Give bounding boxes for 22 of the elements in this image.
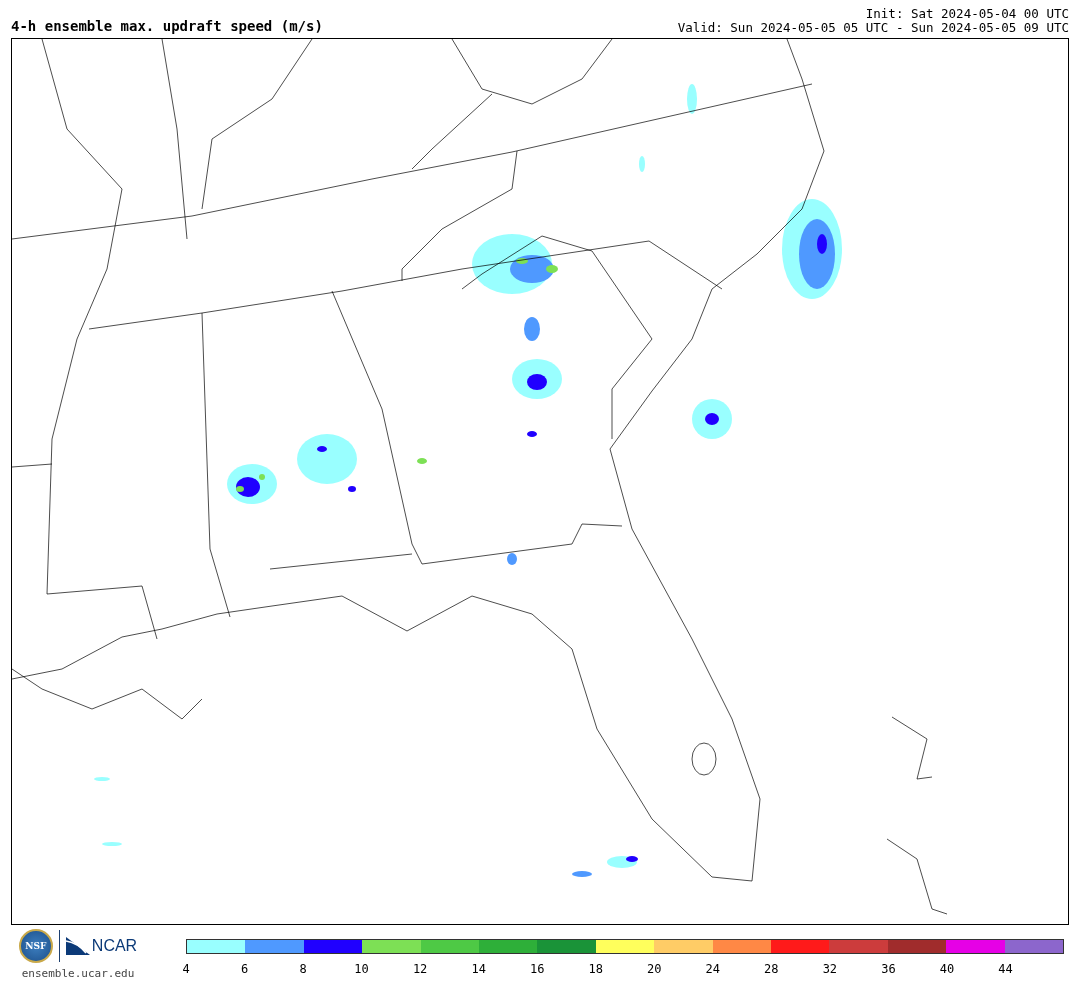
valid-time: Valid: Sun 2024-05-05 05 UTC - Sun 2024-05-05 09 UTC bbox=[677, 21, 1069, 35]
site-url: ensemble.ucar.edu bbox=[21, 967, 135, 980]
logo-icon bbox=[65, 937, 90, 955]
org-logo-text: NCAR bbox=[91, 937, 138, 955]
scale-label: 32 bbox=[822, 962, 838, 976]
scale-label: 14 bbox=[471, 962, 486, 976]
scale-label: 12 bbox=[412, 962, 428, 976]
scale-label: 40 bbox=[939, 962, 955, 976]
scale-label: 10 bbox=[354, 962, 369, 976]
scale-label: 16 bbox=[529, 962, 545, 976]
scale-label: 8 bbox=[299, 962, 307, 976]
seal-logo: NSF bbox=[18, 929, 53, 963]
scale-label: 4 bbox=[182, 962, 190, 976]
scale-label: 18 bbox=[588, 962, 603, 976]
scale-label: 24 bbox=[705, 962, 720, 976]
scale-label: 44 bbox=[998, 962, 1013, 976]
scale-label: 28 bbox=[764, 962, 779, 976]
scale-label: 6 bbox=[240, 962, 249, 976]
scale-label: 36 bbox=[881, 962, 896, 976]
chart-title: 4-h ensemble max. updraft speed (m/s) bbox=[11, 17, 323, 35]
init-time: Init: Sat 2024-05-04 00 UTC bbox=[865, 7, 1069, 21]
scale-label: 20 bbox=[647, 962, 662, 976]
